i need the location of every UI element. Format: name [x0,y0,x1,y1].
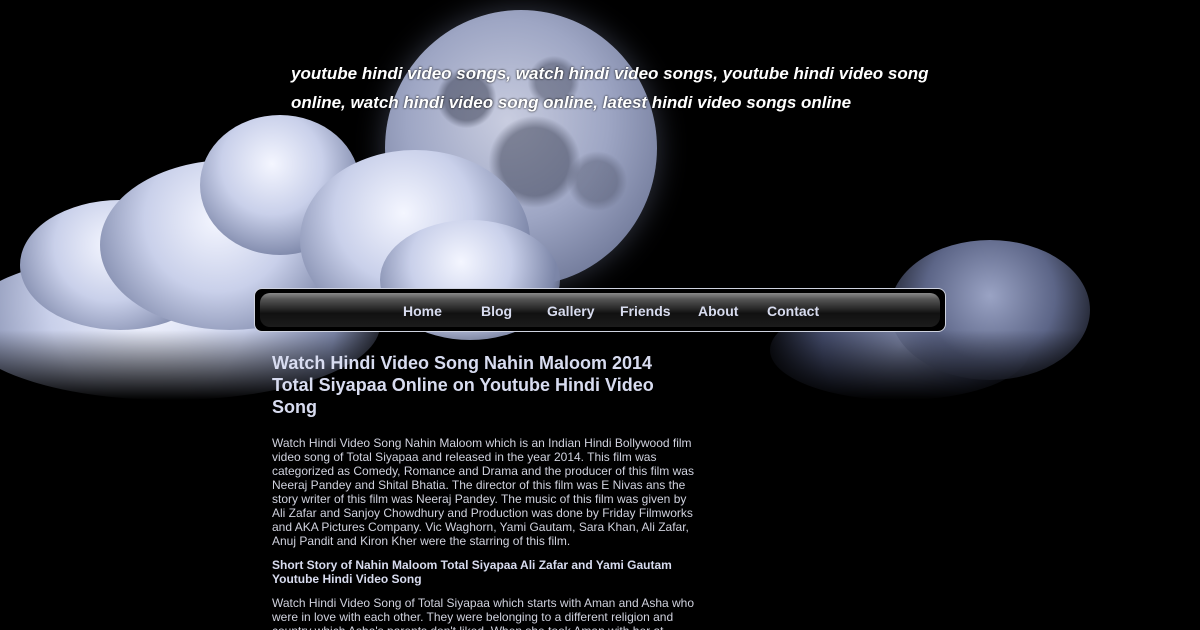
post-title[interactable]: Watch Hindi Video Song Nahin Maloom 2014… [272,352,697,418]
post-subheading: Short Story of Nahin Maloom Total Siyapa… [272,558,672,586]
post-paragraph: Watch Hindi Video Song Nahin Maloom whic… [272,436,694,548]
post-content: Watch Hindi Video Song Nahin Maloom 2014… [272,352,697,630]
nav-item-blog[interactable]: Blog [481,303,512,319]
nav-item-about[interactable]: About [698,303,738,319]
site-tagline: youtube hindi video songs, watch hindi v… [291,64,929,112]
nav-item-friends[interactable]: Friends [620,303,671,319]
nav-item-gallery[interactable]: Gallery [547,303,594,319]
post-paragraph: Watch Hindi Video Song of Total Siyapaa … [272,596,695,630]
main-navigation: Home Blog Gallery Friends About Contact [254,288,946,332]
nav-list: Home Blog Gallery Friends About Contact [260,293,940,327]
nav-item-contact[interactable]: Contact [767,303,819,319]
nav-bar-inner: Home Blog Gallery Friends About Contact [260,293,940,327]
nav-item-home[interactable]: Home [403,303,442,319]
page: youtube hindi video songs, watch hindi v… [0,0,1200,630]
